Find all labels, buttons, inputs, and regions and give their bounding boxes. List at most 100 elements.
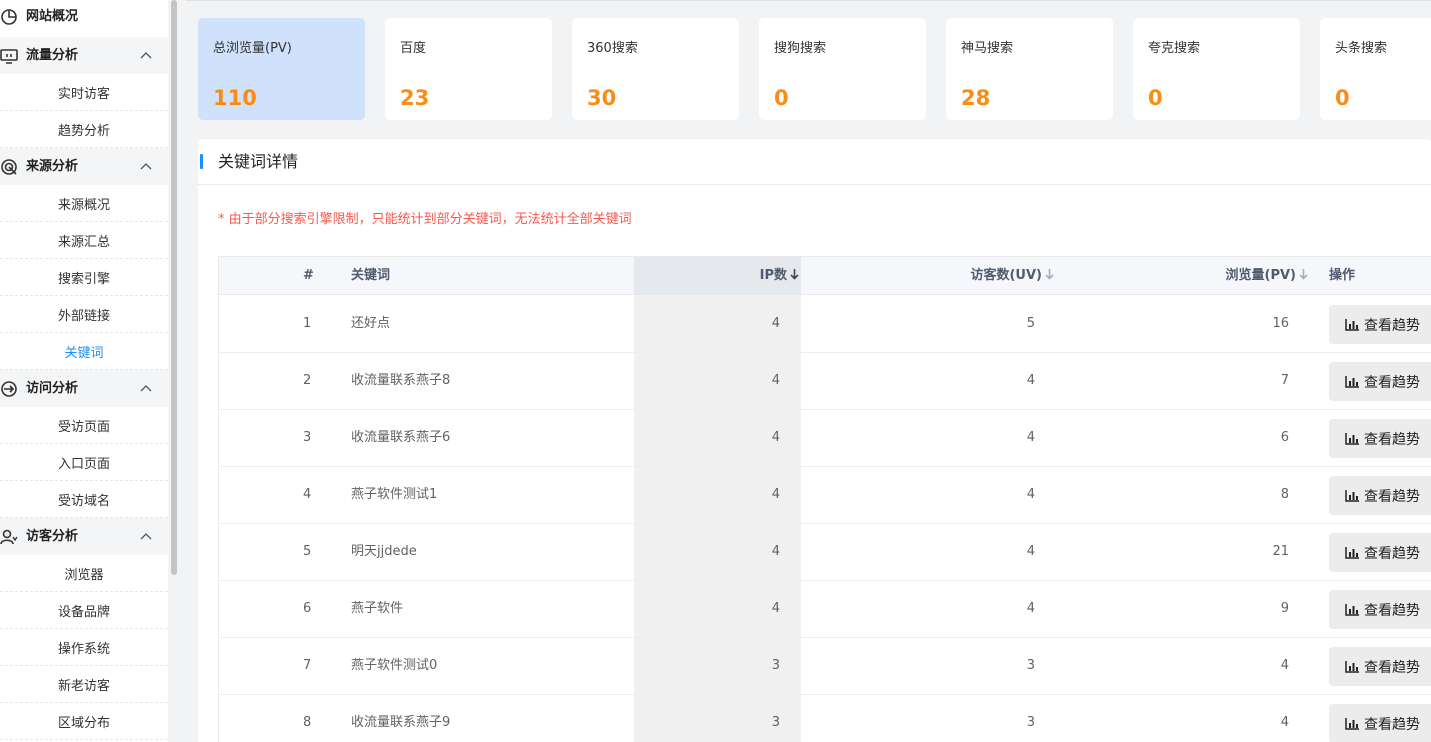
header-pv[interactable]: 浏览量(PV) — [1226, 266, 1308, 286]
stat-card-label: 360搜索 — [587, 41, 638, 56]
sidebar-overview-label: 网站概况 — [26, 9, 79, 24]
sidebar-scrollbar[interactable] — [171, 0, 177, 575]
sidebar-item[interactable]: 关键词 — [0, 333, 168, 370]
sidebar-item[interactable]: 实时访客 — [0, 74, 168, 111]
cell-index: 1 — [303, 316, 312, 331]
sidebar-group[interactable]: 来源分析 — [0, 148, 168, 185]
view-trend-button[interactable]: 查看趋势 — [1329, 419, 1431, 458]
header-uv[interactable]: 访客数(UV) — [970, 266, 1054, 286]
login-arrow-icon — [1, 381, 17, 397]
cell-ip: 4 — [771, 487, 780, 502]
cell-ip: 3 — [771, 715, 780, 730]
view-trend-button[interactable]: 查看趋势 — [1329, 305, 1431, 344]
sidebar-item[interactable]: 来源汇总 — [0, 222, 168, 259]
sidebar-item[interactable]: 受访域名 — [0, 481, 168, 518]
sidebar-item[interactable]: 入口页面 — [0, 444, 168, 481]
sidebar-item-label: 受访域名 — [57, 493, 110, 509]
title-accent-bar — [200, 154, 203, 169]
table-header: # 关键词 IP数 访客数(UV) 浏览量(PV) 操作 — [219, 257, 1431, 295]
sidebar-group-label: 流量分析 — [26, 48, 79, 63]
view-trend-button[interactable]: 查看趋势 — [1329, 647, 1431, 686]
stat-card-value: 0 — [1335, 86, 1350, 110]
sidebar-group[interactable]: 访客分析 — [0, 518, 168, 555]
sidebar-group-label: 访客分析 — [26, 529, 79, 544]
cell-uv: 4 — [1026, 373, 1035, 388]
view-trend-button[interactable]: 查看趋势 — [1329, 533, 1431, 572]
sidebar-item-label: 外部链接 — [57, 308, 110, 324]
sort-icon — [1045, 269, 1054, 280]
stat-card[interactable]: 百度 23 — [385, 18, 552, 120]
sidebar-item[interactable]: 来源概况 — [0, 185, 168, 222]
header-uv-label: 访客数(UV) — [970, 268, 1042, 283]
chevron-up-icon[interactable] — [139, 50, 153, 60]
stat-card[interactable]: 神马搜索 28 — [946, 18, 1113, 120]
cell-pv: 21 — [1272, 544, 1289, 559]
stat-card[interactable]: 总浏览量(PV) 110 — [198, 18, 365, 120]
view-trend-label: 查看趋势 — [1364, 602, 1420, 619]
sidebar-item[interactable]: 浏览器 — [0, 555, 168, 592]
cell-uv: 4 — [1026, 430, 1035, 445]
cell-keyword: 燕子软件 — [351, 601, 404, 616]
view-trend-button[interactable]: 查看趋势 — [1329, 704, 1431, 742]
cell-pv: 6 — [1280, 430, 1289, 445]
header-ip-label: IP数 — [759, 268, 787, 283]
cell-index: 3 — [303, 430, 312, 445]
sidebar-item[interactable]: 外部链接 — [0, 296, 168, 333]
table-row: 6 燕子软件 4 4 9 查看趋势 — [219, 581, 1431, 638]
cell-uv: 4 — [1026, 544, 1035, 559]
table-row: 2 收流量联系燕子8 4 4 7 查看趋势 — [219, 353, 1431, 410]
sidebar-overview[interactable]: 网站概况 — [0, 0, 168, 37]
stat-card[interactable]: 搜狗搜索 0 — [759, 18, 926, 120]
sidebar-item[interactable]: 搜索引擎 — [0, 259, 168, 296]
table-row: 7 燕子软件测试0 3 3 4 查看趋势 — [219, 638, 1431, 695]
chevron-up-icon[interactable] — [139, 161, 153, 171]
keyword-panel: 关键词详情 * 由于部分搜索引擎限制，只能统计到部分关键词，无法统计全部关键词 … — [198, 139, 1431, 742]
sidebar-item[interactable]: 新老访客 — [0, 666, 168, 703]
sort-icon — [1299, 269, 1308, 280]
stat-card-value: 30 — [587, 86, 617, 110]
bar-chart-icon — [1345, 375, 1359, 388]
view-trend-button[interactable]: 查看趋势 — [1329, 362, 1431, 401]
view-trend-button[interactable]: 查看趋势 — [1329, 476, 1431, 515]
chevron-up-icon[interactable] — [139, 383, 153, 393]
cell-ip: 4 — [771, 373, 780, 388]
stat-card-value: 0 — [774, 86, 789, 110]
sidebar-group[interactable]: 访问分析 — [0, 370, 168, 407]
stat-card[interactable]: 头条搜索 0 — [1320, 18, 1431, 120]
header-pv-label: 浏览量(PV) — [1225, 268, 1296, 283]
notice-text: * 由于部分搜索引擎限制，只能统计到部分关键词，无法统计全部关键词 — [218, 212, 632, 227]
sidebar-item-label: 浏览器 — [64, 567, 104, 583]
view-trend-label: 查看趋势 — [1364, 545, 1420, 562]
stat-card-value: 110 — [213, 86, 257, 110]
sidebar-item[interactable]: 区域分布 — [0, 703, 168, 740]
stat-card-value: 23 — [400, 86, 430, 110]
cell-uv: 3 — [1026, 658, 1035, 673]
cell-index: 2 — [303, 373, 312, 388]
stat-card-value: 28 — [961, 86, 991, 110]
stat-card[interactable]: 夸克搜索 0 — [1133, 18, 1300, 120]
sidebar-group[interactable]: 流量分析 — [0, 37, 168, 74]
sidebar-item-label: 实时访客 — [57, 86, 110, 102]
panel-header: 关键词详情 — [198, 139, 1431, 185]
sidebar: 网站概况 流量分析实时访客趋势分析 来源分析 来源概况来源汇总搜索引擎外部链接关键词… — [0, 0, 168, 742]
chevron-up-icon[interactable] — [139, 531, 153, 541]
table-row: 3 收流量联系燕子6 4 4 6 查看趋势 — [219, 410, 1431, 467]
bar-chart-icon — [1345, 546, 1359, 559]
sidebar-item[interactable]: 设备品牌 — [0, 592, 168, 629]
sidebar-item[interactable]: 受访页面 — [0, 407, 168, 444]
sidebar-group-label: 访问分析 — [26, 381, 79, 396]
view-trend-button[interactable]: 查看趋势 — [1329, 590, 1431, 629]
pie-chart-icon — [1, 9, 17, 25]
cell-uv: 4 — [1026, 601, 1035, 616]
main-content: 总浏览量(PV) 110 百度 23 360搜索 30 搜狗搜索 0 神马搜索 28 夸克搜索 0 头条… — [186, 0, 1431, 742]
sidebar-item-label: 操作系统 — [57, 641, 110, 657]
sidebar-item[interactable]: 趋势分析 — [0, 111, 168, 148]
sidebar-item[interactable]: 操作系统 — [0, 629, 168, 666]
sidebar-item-label: 来源汇总 — [57, 234, 110, 250]
bar-chart-icon — [1345, 318, 1359, 331]
stat-card[interactable]: 360搜索 30 — [572, 18, 739, 120]
view-trend-label: 查看趋势 — [1364, 317, 1420, 334]
cell-index: 8 — [303, 715, 312, 730]
stat-card-label: 头条搜索 — [1335, 41, 1388, 56]
header-ip[interactable]: IP数 — [760, 266, 799, 286]
